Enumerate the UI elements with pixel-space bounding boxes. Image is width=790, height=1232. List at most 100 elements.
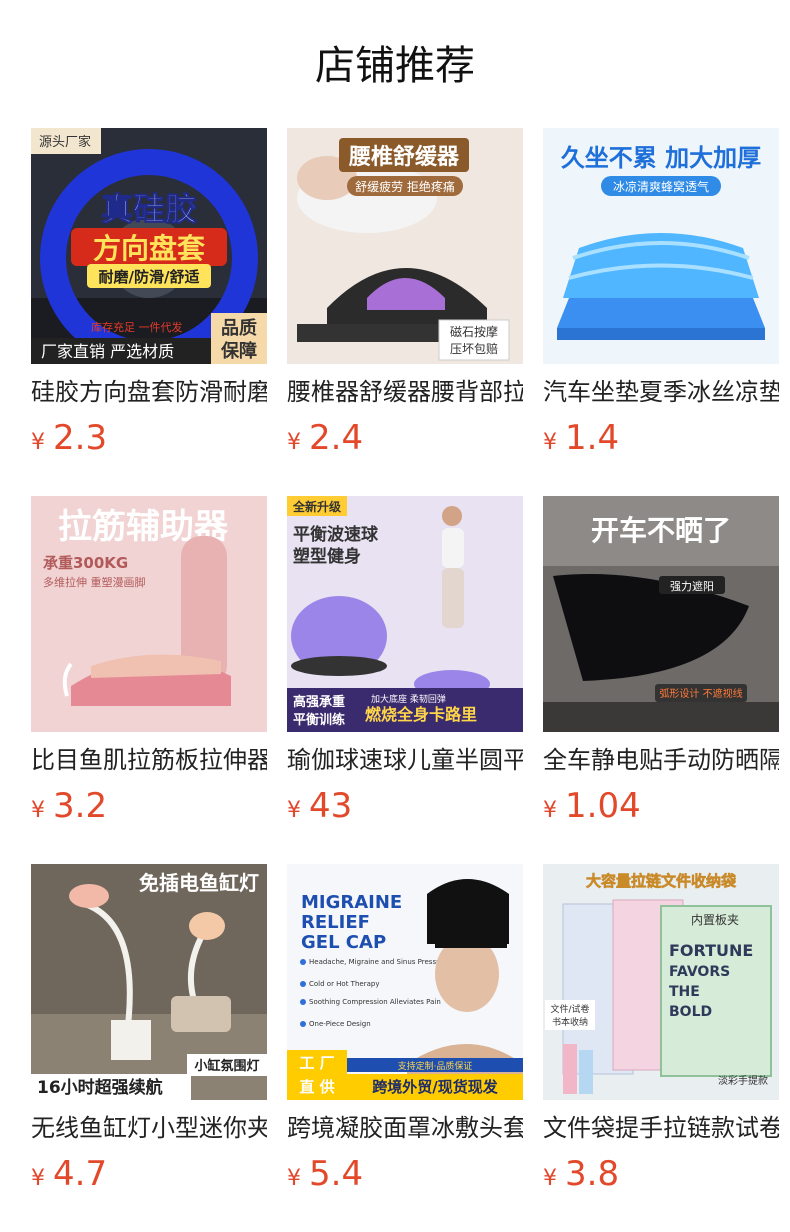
image-label: 方向盘套 — [93, 232, 206, 265]
product-card[interactable]: 开车不晒了 强力遮阳 弧形设计 不遮视线 全车静电贴手动防晒隔热 ¥1.04 — [543, 496, 779, 826]
product-name[interactable]: 无线鱼缸灯小型迷你夹灯 — [31, 1110, 267, 1146]
product-name[interactable]: 汽车坐垫夏季冰丝凉垫 — [543, 374, 779, 410]
image-label: THE — [669, 984, 700, 1000]
price-row: ¥3.2 — [31, 782, 107, 830]
product-price: 43 — [309, 786, 353, 826]
image-label: Soothing Compression Alleviates Pain — [309, 998, 441, 1006]
image-label: 磁石按摩 — [450, 324, 498, 339]
currency-symbol: ¥ — [287, 1166, 301, 1191]
image-label: BOLD — [669, 1004, 712, 1020]
image-label: FAVORS — [669, 964, 730, 980]
product-card[interactable]: 拉筋辅助器 承重300KG 多维拉伸 重塑漫画脚 比目鱼肌拉筋板拉伸器 ¥3.2 — [31, 496, 267, 826]
image-label: 真硅胶 — [101, 190, 197, 228]
image-label: One-Piece Design — [309, 1020, 371, 1028]
product-price: 3.2 — [53, 786, 108, 826]
image-label: 淡彩手提款 — [718, 1074, 768, 1087]
image-label: 久坐不累 加大加厚 — [561, 144, 761, 172]
currency-symbol: ¥ — [543, 1166, 557, 1191]
product-image[interactable]: 拉筋辅助器 承重300KG 多维拉伸 重塑漫画脚 — [31, 496, 267, 732]
image-label: 冰凉清爽蜂窝透气 — [613, 179, 709, 194]
page-title: 店铺推荐 — [315, 43, 475, 89]
image-label: GEL CAP — [301, 932, 386, 953]
image-label: 腰椎舒缓器 — [348, 144, 460, 170]
image-label: 平衡训练 — [293, 712, 345, 728]
product-price: 1.04 — [565, 786, 641, 826]
product-card[interactable]: MIGRAINE RELIEF GEL CAP Headache, Migrai… — [287, 864, 523, 1194]
product-image[interactable]: 久坐不累 加大加厚 冰凉清爽蜂窝透气 — [543, 128, 779, 364]
product-name[interactable]: 文件袋提手拉链款试卷袋 — [543, 1110, 779, 1146]
currency-symbol: ¥ — [31, 1166, 45, 1191]
product-image[interactable]: 全新升级 平衡波速球 塑型健身 高强承重 平衡训练 燃烧全身卡路里 加大底座 柔… — [287, 496, 523, 732]
image-label: 书本收纳 — [552, 1016, 588, 1028]
product-image[interactable]: 开车不晒了 强力遮阳 弧形设计 不遮视线 — [543, 496, 779, 732]
currency-symbol: ¥ — [31, 798, 45, 823]
product-name[interactable]: 腰椎器舒缓器腰背部拉伸 — [287, 374, 523, 410]
product-card[interactable]: 源头厂家 真硅胶 方向盘套 耐磨/防滑/舒适 库存充足 一件代发 厂家直销 严选… — [31, 128, 267, 458]
image-label: 塑型健身 — [293, 546, 361, 567]
currency-symbol: ¥ — [287, 430, 301, 455]
product-price: 1.4 — [565, 418, 620, 458]
product-image[interactable]: MIGRAINE RELIEF GEL CAP Headache, Migrai… — [287, 864, 523, 1100]
image-label: 跨境外贸/现货现发 — [372, 1078, 498, 1096]
product-name[interactable]: 瑜伽球速球儿童半圆平衡 — [287, 742, 523, 778]
product-card[interactable]: 腰椎舒缓器 舒缓疲劳 拒绝疼痛 磁石按摩 压坏包赔 腰椎器舒缓器腰背部拉伸 ¥2… — [287, 128, 523, 458]
product-price: 3.8 — [565, 1154, 620, 1194]
image-label: 强力遮阳 — [670, 579, 714, 593]
image-label: 保障 — [220, 340, 257, 362]
price-row: ¥1.4 — [543, 414, 619, 462]
image-label: 小缸氛围灯 — [194, 1058, 259, 1074]
image-label: 直 供 — [299, 1078, 334, 1096]
product-name[interactable]: 硅胶方向盘套防滑耐磨 — [31, 374, 267, 410]
image-label: 源头厂家 — [39, 134, 91, 150]
image-label: 平衡波速球 — [293, 524, 379, 545]
product-card[interactable]: 免插电鱼缸灯 小缸氛围灯 16小时超强续航 无线鱼缸灯小型迷你夹灯 ¥4.7 — [31, 864, 267, 1194]
price-row: ¥43 — [287, 782, 352, 830]
image-label: 压坏包赔 — [450, 341, 498, 356]
product-price: 5.4 — [309, 1154, 364, 1194]
image-label: 工 厂 — [299, 1054, 334, 1072]
product-name[interactable]: 比目鱼肌拉筋板拉伸器 — [31, 742, 267, 778]
product-image[interactable]: 免插电鱼缸灯 小缸氛围灯 16小时超强续航 — [31, 864, 267, 1100]
product-name[interactable]: 全车静电贴手动防晒隔热 — [543, 742, 779, 778]
product-image[interactable]: 源头厂家 真硅胶 方向盘套 耐磨/防滑/舒适 库存充足 一件代发 厂家直销 严选… — [31, 128, 267, 364]
image-label: 文件/试卷 — [550, 1003, 589, 1015]
image-label: 承重300KG — [43, 554, 128, 572]
image-label: 内置板夹 — [691, 913, 739, 927]
product-price: 4.7 — [53, 1154, 108, 1194]
image-label: 舒缓疲劳 拒绝疼痛 — [355, 179, 455, 194]
product-price: 2.3 — [53, 418, 108, 458]
image-label: RELIEF — [301, 912, 370, 933]
image-label: MIGRAINE — [301, 892, 402, 913]
image-label: 大容量拉链文件收纳袋 — [586, 872, 737, 890]
currency-symbol: ¥ — [31, 430, 45, 455]
price-row: ¥1.04 — [543, 782, 641, 830]
price-row: ¥2.3 — [31, 414, 107, 462]
image-label: 全新升级 — [292, 499, 341, 514]
image-label: 加大底座 柔韧回弹 — [371, 693, 446, 705]
product-card[interactable]: 久坐不累 加大加厚 冰凉清爽蜂窝透气 汽车坐垫夏季冰丝凉垫 ¥1.4 — [543, 128, 779, 458]
image-label: 燃烧全身卡路里 — [365, 705, 477, 724]
price-row: ¥4.7 — [31, 1150, 107, 1198]
image-label: 16小时超强续航 — [37, 1077, 163, 1098]
image-label: 高强承重 — [293, 694, 345, 710]
product-image[interactable]: 腰椎舒缓器 舒缓疲劳 拒绝疼痛 磁石按摩 压坏包赔 — [287, 128, 523, 364]
image-label: 耐磨/防滑/舒适 — [99, 268, 200, 286]
currency-symbol: ¥ — [543, 798, 557, 823]
product-image[interactable]: 大容量拉链文件收纳袋 内置板夹 FORTUNE FAVORS THE BOLD … — [543, 864, 779, 1100]
image-label: FORTUNE — [669, 941, 753, 960]
currency-symbol: ¥ — [287, 798, 301, 823]
product-card[interactable]: 大容量拉链文件收纳袋 内置板夹 FORTUNE FAVORS THE BOLD … — [543, 864, 779, 1194]
image-label: 库存充足 一件代发 — [91, 320, 183, 334]
image-label: 支持定制·品质保证 — [398, 1060, 473, 1072]
currency-symbol: ¥ — [543, 430, 557, 455]
product-price: 2.4 — [309, 418, 364, 458]
image-label: 开车不晒了 — [591, 514, 731, 547]
product-name[interactable]: 跨境凝胶面罩冰敷头套 — [287, 1110, 523, 1146]
image-label: 免插电鱼缸灯 — [139, 871, 259, 895]
image-label: 品质 — [221, 318, 257, 339]
image-label: 厂家直销 严选材质 — [41, 342, 174, 361]
price-row: ¥5.4 — [287, 1150, 363, 1198]
image-label: 弧形设计 不遮视线 — [659, 687, 742, 700]
price-row: ¥2.4 — [287, 414, 363, 462]
product-card[interactable]: 全新升级 平衡波速球 塑型健身 高强承重 平衡训练 燃烧全身卡路里 加大底座 柔… — [287, 496, 523, 826]
